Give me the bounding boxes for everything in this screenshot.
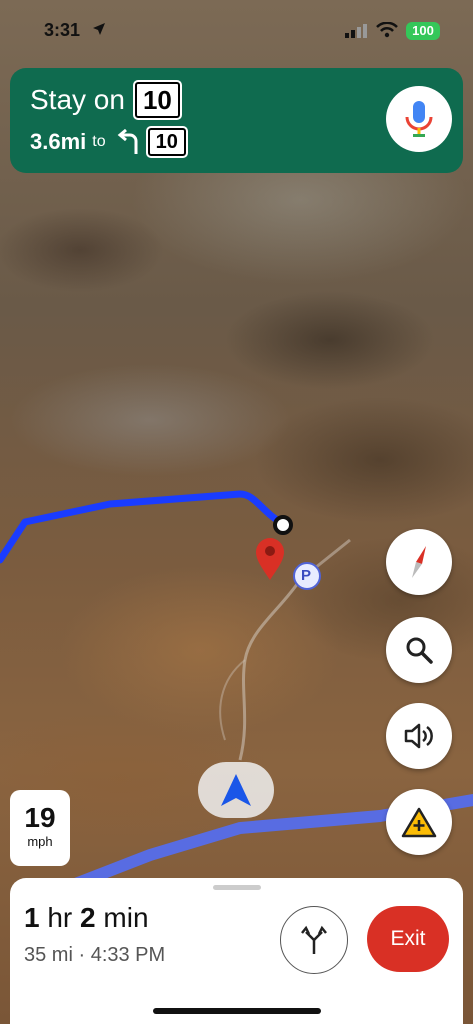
microphone-icon [405,101,433,137]
next-route-shield: 10 [145,126,188,158]
sound-button[interactable] [386,703,452,769]
compass-icon [412,546,426,578]
search-button[interactable] [386,617,452,683]
location-arrow-icon [93,23,105,35]
navigation-arrow-icon [221,774,251,806]
trip-separator: · [78,944,86,966]
cellular-signal-icon [345,24,367,38]
primary-instruction: Stay on 10 [30,80,182,120]
duration-minutes: 2 [80,902,96,933]
wifi-icon [376,22,398,38]
route-line [0,490,287,564]
to-label: to [92,133,106,150]
status-bar: 3:31 100 [0,0,473,60]
speedometer: 19 mph [10,790,70,866]
destination-pin-icon [256,538,284,580]
route-shield: 10 [132,80,182,120]
battery-indicator: 100 [406,22,440,40]
status-time: 3:31 [44,20,81,40]
voice-search-button[interactable] [386,86,452,152]
secondary-instruction: 3.6mi to 10 [30,126,188,158]
arrival-time: 4:33 PM [90,944,166,966]
report-incident-button[interactable] [386,789,452,855]
trip-distance: 35 mi [24,944,73,966]
exit-navigation-button[interactable]: Exit [367,906,449,972]
trip-details: 35 mi · 4:33 PM [24,944,165,967]
trip-summary-sheet[interactable]: 1 hr 2 min 35 mi · 4:33 PM Exit [10,878,463,1024]
trip-duration: 1 hr 2 min [24,902,149,934]
hours-label: hr [47,902,73,933]
minutes-label: min [103,902,149,933]
volume-icon [404,723,433,749]
parking-label: P [301,567,312,584]
destination-dot [273,515,293,535]
search-icon [406,637,433,664]
sheet-drag-handle[interactable] [213,885,261,890]
navigation-banner[interactable]: Stay on 10 3.6mi to 10 [10,68,463,173]
report-incident-icon [401,807,437,838]
compass-button[interactable] [386,529,452,595]
duration-hours: 1 [24,902,40,933]
speed-value: 19 [24,802,56,833]
alternate-routes-button[interactable] [280,906,348,974]
speed-unit: mph [27,834,53,849]
route-fork-icon [301,925,327,954]
current-location-puck[interactable] [198,762,274,818]
instruction-text: Stay on [30,84,125,115]
next-maneuver-distance: 3.6mi [30,129,87,154]
turn-left-icon [117,129,138,154]
home-indicator[interactable] [153,1008,321,1014]
